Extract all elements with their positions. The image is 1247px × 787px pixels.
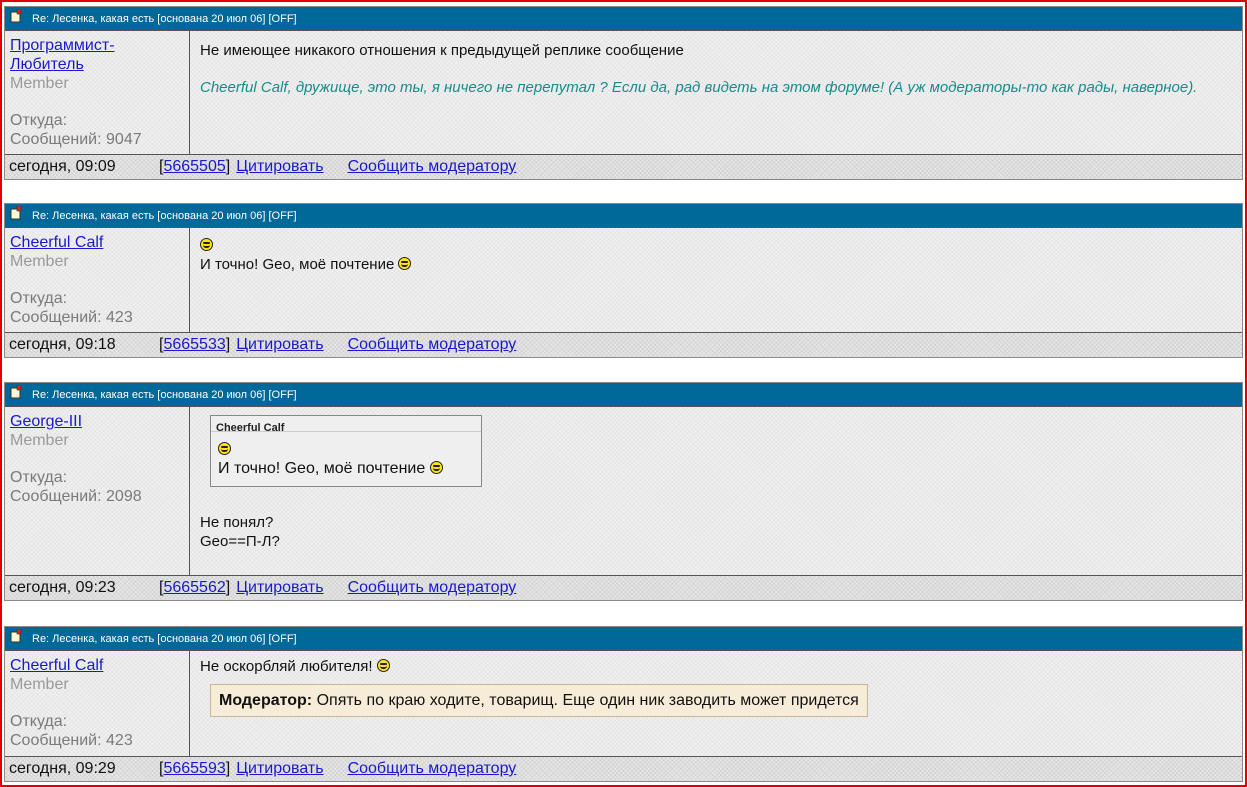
author-role: Member <box>10 432 69 449</box>
post-content: Не имеющее никакого отношения к предыдущ… <box>190 31 1242 154</box>
report-moderator-link[interactable]: Сообщить модератору <box>348 158 517 176</box>
quote-text: И точно! Geo, моё почтение <box>218 460 426 477</box>
report-moderator-link[interactable]: Сообщить модератору <box>348 336 517 354</box>
post-icon <box>10 384 22 398</box>
post-id-link[interactable]: 5665593 <box>163 760 225 777</box>
post-footer: сегодня, 09:09 [5665505] Цитировать Сооб… <box>5 155 1242 179</box>
post-body: Программист-Любитель Member Откуда: Сооб… <box>5 31 1242 155</box>
author-panel: Cheerful Calf Member Откуда: Сообщений: … <box>5 228 190 332</box>
post-icon <box>10 205 22 219</box>
post-text-line: Geo==П-Л? <box>200 533 280 550</box>
post-content: Не оскорбляй любителя! Модератор: Опять … <box>190 651 1242 756</box>
post-footer: сегодня, 09:23 [5665562] Цитировать Сооб… <box>5 576 1242 600</box>
post-date: сегодня, 09:23 <box>9 579 116 596</box>
post-id-link[interactable]: 5665505 <box>163 158 225 175</box>
quote-link[interactable]: Цитировать <box>236 336 323 354</box>
report-moderator-link[interactable]: Сообщить модератору <box>348 760 517 778</box>
quote-block: Cheerful Calf И точно! Geo, моё почтение <box>210 415 482 487</box>
author-origin: Откуда: <box>10 290 68 307</box>
moderator-label: Модератор: <box>219 692 313 709</box>
author-panel: Cheerful Calf Member Откуда: Сообщений: … <box>5 651 190 756</box>
post-body: George-III Member Откуда: Сообщений: 209… <box>5 407 1242 576</box>
post-date: сегодня, 09:29 <box>9 760 116 777</box>
post-id-wrap: [5665505] <box>159 158 231 175</box>
author-messages: Сообщений: 2098 <box>10 488 142 505</box>
post-id-wrap: [5665562] <box>159 579 231 596</box>
author-link[interactable]: Программист-Любитель <box>10 37 115 73</box>
post-text: И точно! Geo, моё почтение <box>200 256 395 273</box>
post-header: Re: Лесенка, какая есть [основана 20 июл… <box>5 204 1242 228</box>
post-content: Cheerful Calf И точно! Geo, моё почтение… <box>190 407 1242 575</box>
post-icon <box>10 628 22 642</box>
post-footer: сегодня, 09:29 [5665593] Цитировать Сооб… <box>5 757 1242 781</box>
post-body: Cheerful Calf Member Откуда: Сообщений: … <box>5 651 1242 757</box>
post-date: сегодня, 09:09 <box>9 158 116 175</box>
post-italic-text: Cheerful Calf, дружище, это ты, я ничего… <box>200 79 1198 96</box>
post-content: И точно! Geo, моё почтение <box>190 228 1242 332</box>
author-origin: Откуда: <box>10 469 68 486</box>
post-title: Re: Лесенка, какая есть [основана 20 июл… <box>32 12 297 25</box>
author-origin: Откуда: <box>10 713 68 730</box>
post-id-link[interactable]: 5665533 <box>163 336 225 353</box>
post-title: Re: Лесенка, какая есть [основана 20 июл… <box>32 388 297 401</box>
post-date: сегодня, 09:18 <box>9 336 116 353</box>
author-role: Member <box>10 253 69 270</box>
report-moderator-link[interactable]: Сообщить модератору <box>348 579 517 597</box>
post-text-line: Не понял? <box>200 514 274 531</box>
forum-post: Re: Лесенка, какая есть [основана 20 июл… <box>4 626 1243 782</box>
post-text: Не имеющее никакого отношения к предыдущ… <box>200 42 684 59</box>
post-text: Не оскорбляй любителя! <box>200 658 373 675</box>
author-role: Member <box>10 75 69 92</box>
smile-icon <box>398 257 412 270</box>
smile-icon <box>429 461 443 474</box>
post-title: Re: Лесенка, какая есть [основана 20 июл… <box>32 632 297 645</box>
quote-link[interactable]: Цитировать <box>236 579 323 597</box>
author-role: Member <box>10 676 69 693</box>
post-id-link[interactable]: 5665562 <box>163 579 225 596</box>
smile-icon <box>200 238 213 251</box>
post-id-wrap: [5665593] <box>159 760 231 777</box>
author-panel: George-III Member Откуда: Сообщений: 209… <box>5 407 190 575</box>
post-header: Re: Лесенка, какая есть [основана 20 июл… <box>5 383 1242 407</box>
smile-icon <box>218 442 231 455</box>
author-panel: Программист-Любитель Member Откуда: Сооб… <box>5 31 190 154</box>
quote-author: Cheerful Calf <box>211 416 481 434</box>
quote-body: И точно! Geo, моё почтение <box>211 432 481 486</box>
post-icon <box>10 8 22 22</box>
post-body: Cheerful Calf Member Откуда: Сообщений: … <box>5 228 1242 333</box>
author-messages: Сообщений: 423 <box>10 309 133 326</box>
moderator-note: Модератор: Опять по краю ходите, товарищ… <box>210 684 868 717</box>
post-title: Re: Лесенка, какая есть [основана 20 июл… <box>32 209 297 222</box>
post-id-wrap: [5665533] <box>159 336 231 353</box>
forum-post: Re: Лесенка, какая есть [основана 20 июл… <box>4 6 1243 180</box>
author-messages: Сообщений: 423 <box>10 732 133 749</box>
author-messages: Сообщений: 9047 <box>10 131 142 148</box>
forum-post: Re: Лесенка, какая есть [основана 20 июл… <box>4 203 1243 358</box>
quote-link[interactable]: Цитировать <box>236 158 323 176</box>
moderator-text: Опять по краю ходите, товарищ. Еще один … <box>316 692 859 709</box>
post-header: Re: Лесенка, какая есть [основана 20 июл… <box>5 627 1242 651</box>
smile-icon <box>376 659 390 672</box>
author-link[interactable]: Cheerful Calf <box>10 234 103 251</box>
quote-link[interactable]: Цитировать <box>236 760 323 778</box>
author-link[interactable]: George-III <box>10 413 82 430</box>
post-footer: сегодня, 09:18 [5665533] Цитировать Сооб… <box>5 333 1242 357</box>
author-link[interactable]: Cheerful Calf <box>10 657 103 674</box>
forum-post: Re: Лесенка, какая есть [основана 20 июл… <box>4 382 1243 601</box>
post-header: Re: Лесенка, какая есть [основана 20 июл… <box>5 7 1242 31</box>
author-origin: Откуда: <box>10 112 68 129</box>
